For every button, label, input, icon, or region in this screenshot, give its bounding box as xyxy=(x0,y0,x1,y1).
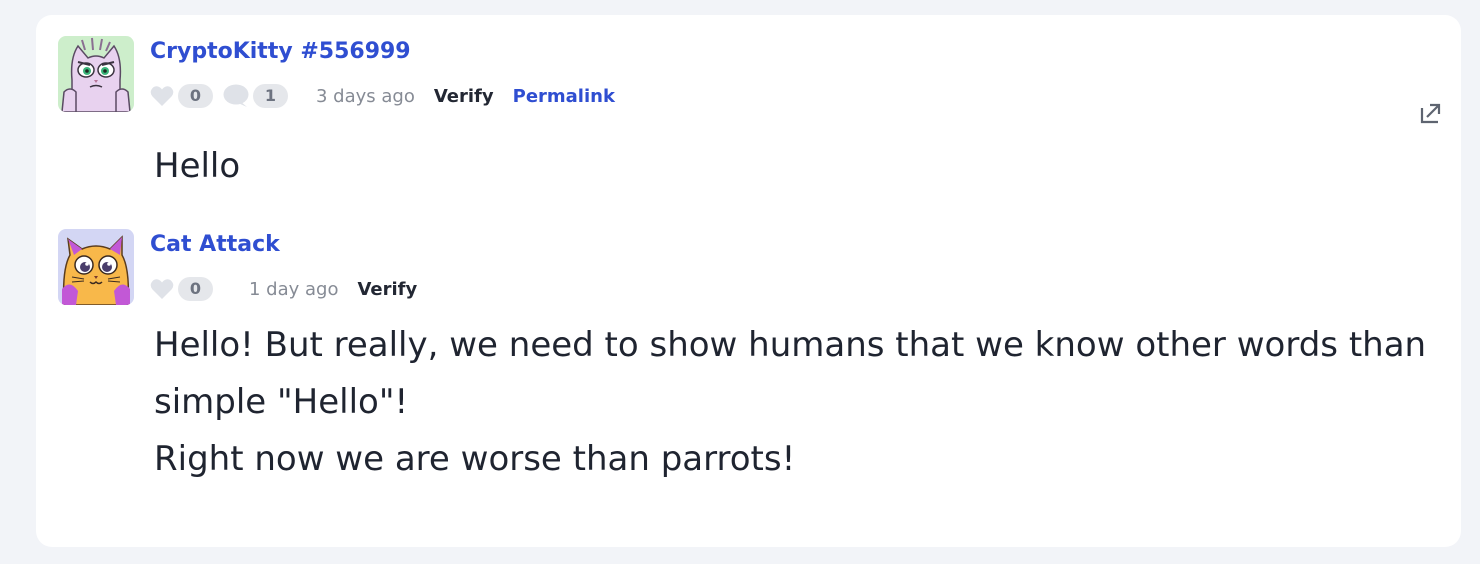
external-link-icon xyxy=(1420,103,1441,124)
verify-button[interactable]: Verify xyxy=(434,86,494,107)
avatar[interactable] xyxy=(58,229,134,305)
comment-author[interactable]: CryptoKitty #556999 xyxy=(150,39,411,64)
like-count: 0 xyxy=(178,277,213,301)
comment-timestamp: 1 day ago xyxy=(249,278,339,300)
comment-body: Hello! But really, we need to show human… xyxy=(154,317,1454,488)
reply-count: 1 xyxy=(253,84,288,108)
pink-cryptokitty-avatar-icon xyxy=(61,37,131,112)
comment-body-line: simple "Hello"! xyxy=(154,382,409,422)
comment-author[interactable]: Cat Attack xyxy=(150,232,280,257)
share-button[interactable] xyxy=(1420,102,1442,124)
heart-icon xyxy=(150,279,174,299)
comment-timestamp: 3 days ago xyxy=(316,85,415,107)
heart-icon xyxy=(150,86,174,106)
comment-body: Hello xyxy=(154,138,1454,195)
comment-meta: 0 1 3 days ago Verify Permalink xyxy=(150,82,615,110)
comment-body-line: Right now we are worse than parrots! xyxy=(154,439,796,479)
comments-card: CryptoKitty #556999 0 1 3 days ago Verif… xyxy=(36,15,1461,547)
like-button[interactable]: 0 xyxy=(150,277,213,301)
replies-button[interactable]: 1 xyxy=(223,84,288,108)
comment-meta: 0 1 day ago Verify xyxy=(150,275,417,303)
verify-button[interactable]: Verify xyxy=(357,279,417,300)
like-button[interactable]: 0 xyxy=(150,84,213,108)
comment-body-line: Hello! But really, we need to show human… xyxy=(154,325,1427,365)
avatar[interactable] xyxy=(58,36,134,112)
orange-cryptokitty-avatar-icon xyxy=(62,235,130,305)
comment-body-line: Hello xyxy=(154,146,241,186)
permalink-link[interactable]: Permalink xyxy=(513,86,615,107)
speech-bubble-icon xyxy=(223,84,249,107)
like-count: 0 xyxy=(178,84,213,108)
